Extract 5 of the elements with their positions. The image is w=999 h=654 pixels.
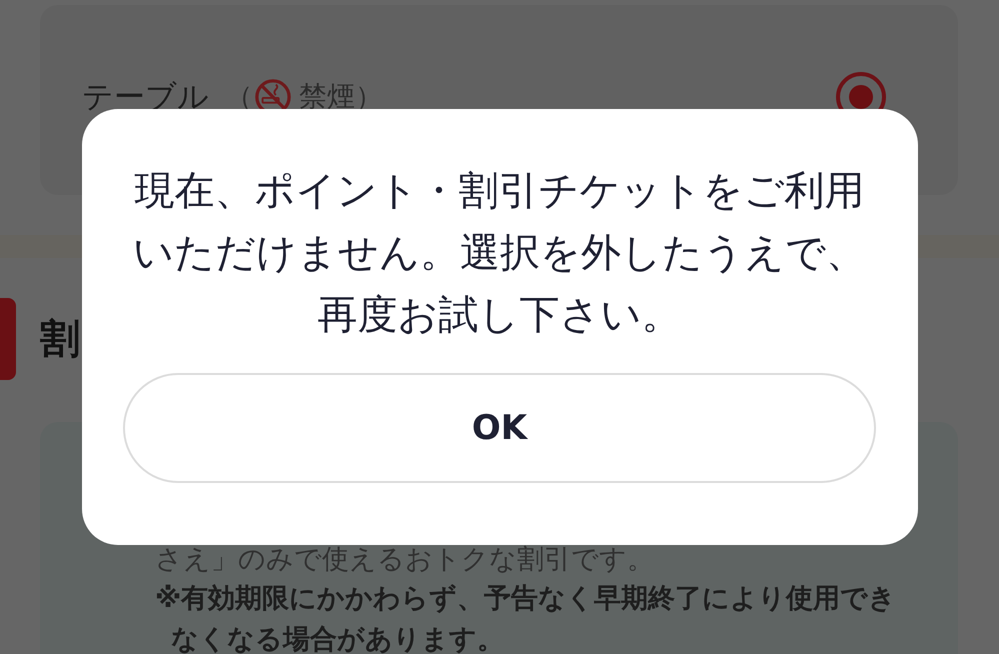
- ok-button[interactable]: OK: [123, 373, 876, 483]
- seat-label: テーブル: [82, 79, 209, 115]
- info-note: ※有効期限にかかわらず、予告なく早期終了により使用できなくなる場合があります。: [155, 582, 898, 654]
- dialog-message: 現在、ポイント・割引チケットをご利用いただけません。選択を外したうえで、再度お試し下さい。: [132, 167, 867, 340]
- section-title: 割: [40, 316, 80, 362]
